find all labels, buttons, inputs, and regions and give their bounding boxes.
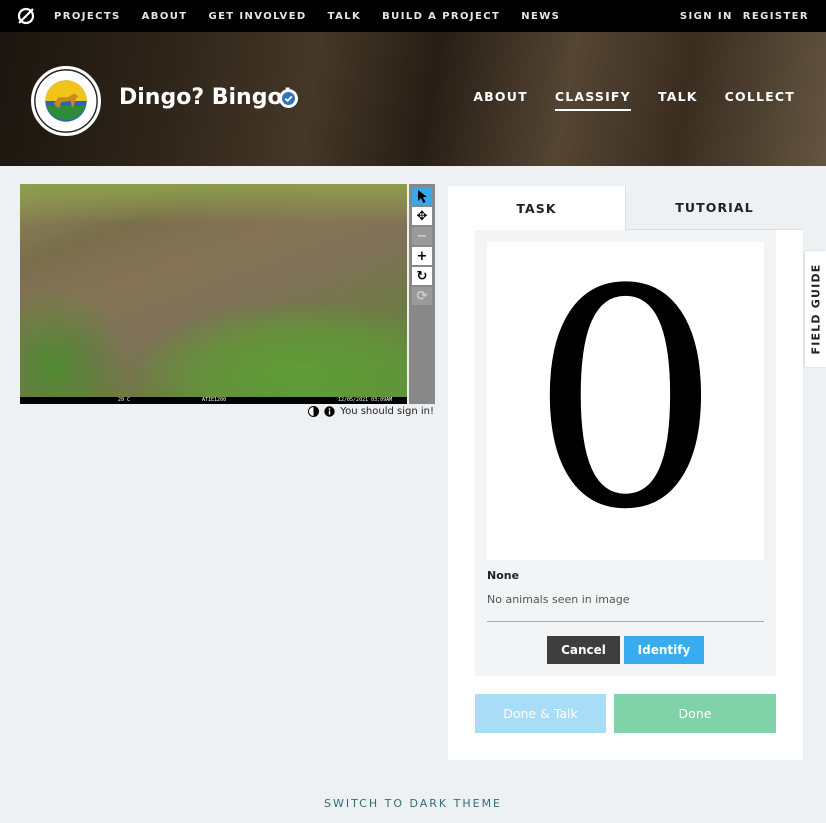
move-tool-icon[interactable]: ✥ bbox=[412, 207, 432, 225]
camera-datetime: 12/05/2021 03:09AM bbox=[338, 397, 393, 403]
project-nav-about[interactable]: ABOUT bbox=[473, 89, 528, 111]
tab-task[interactable]: TASK bbox=[448, 186, 625, 230]
task-panel: TASK TUTORIAL 0 None No animals seen in … bbox=[448, 186, 803, 760]
project-nav-classify[interactable]: CLASSIFY bbox=[554, 89, 631, 111]
pointer-tool-icon[interactable] bbox=[412, 187, 432, 205]
rotate-icon[interactable]: ↻ bbox=[412, 267, 432, 285]
project-title[interactable]: Dingo? Bingo! bbox=[119, 85, 293, 110]
subject-image[interactable]: 20 C ATIE1200 12/05/2021 03:09AM bbox=[20, 184, 407, 404]
nav-about-link[interactable]: ABOUT bbox=[142, 11, 188, 22]
sign-in-notice: You should sign in! bbox=[340, 406, 434, 417]
zoom-out-icon[interactable]: − bbox=[412, 227, 432, 245]
top-nav-links: PROJECTS ABOUT GET INVOLVED TALK BUILD A… bbox=[54, 0, 560, 32]
top-nav: PROJECTS ABOUT GET INVOLVED TALK BUILD A… bbox=[0, 0, 826, 32]
choice-detail-card: 0 None No animals seen in image Cancel I… bbox=[475, 230, 776, 676]
viewer-meta: You should sign in! bbox=[308, 406, 434, 417]
camera-temperature: 20 C bbox=[118, 397, 131, 403]
zoom-in-icon[interactable]: + bbox=[412, 247, 432, 265]
project-nav: ABOUT CLASSIFY TALK COLLECT bbox=[473, 89, 795, 111]
choice-image: 0 bbox=[487, 242, 764, 560]
reset-view-icon[interactable]: ⟳ bbox=[412, 287, 432, 305]
subject-image-grass-patch bbox=[140, 304, 407, 404]
nav-get-involved-link[interactable]: GET INVOLVED bbox=[208, 11, 306, 22]
contrast-icon[interactable] bbox=[308, 406, 320, 417]
zooniverse-logo-icon[interactable] bbox=[16, 6, 36, 26]
nav-talk-link[interactable]: TALK bbox=[328, 11, 362, 22]
verified-badge-icon bbox=[279, 89, 298, 108]
project-header: Dingo? Bingo! ABOUT CLASSIFY TALK COLLEC… bbox=[0, 32, 826, 166]
switch-theme-link[interactable]: SWITCH TO DARK THEME bbox=[0, 797, 826, 810]
project-nav-collect[interactable]: COLLECT bbox=[725, 89, 795, 111]
info-icon[interactable] bbox=[324, 406, 335, 417]
done-button[interactable]: Done bbox=[614, 694, 776, 733]
field-guide-label: FIELD GUIDE bbox=[809, 263, 822, 355]
task-tabs: TASK TUTORIAL bbox=[448, 186, 803, 230]
done-and-talk-button[interactable]: Done & Talk bbox=[475, 694, 606, 733]
nav-news-link[interactable]: NEWS bbox=[521, 11, 560, 22]
cancel-button[interactable]: Cancel bbox=[547, 636, 620, 664]
project-avatar[interactable] bbox=[31, 66, 101, 136]
nav-build-project-link[interactable]: BUILD A PROJECT bbox=[382, 11, 500, 22]
choice-name: None bbox=[487, 569, 520, 582]
tab-tutorial[interactable]: TUTORIAL bbox=[625, 186, 803, 230]
identify-button[interactable]: Identify bbox=[624, 636, 704, 664]
auth-links: SIGN IN REGISTER bbox=[680, 0, 809, 32]
choice-image-glyph: 0 bbox=[530, 242, 721, 560]
register-link[interactable]: REGISTER bbox=[743, 11, 809, 22]
choice-description: No animals seen in image bbox=[487, 593, 630, 606]
divider bbox=[487, 621, 764, 622]
camera-info-bar: 20 C ATIE1200 12/05/2021 03:09AM bbox=[20, 397, 407, 404]
nav-projects-link[interactable]: PROJECTS bbox=[54, 11, 121, 22]
field-guide-tab[interactable]: FIELD GUIDE bbox=[805, 251, 826, 367]
project-nav-talk[interactable]: TALK bbox=[658, 89, 698, 111]
sign-in-link[interactable]: SIGN IN bbox=[680, 11, 733, 22]
camera-id: ATIE1200 bbox=[202, 397, 227, 403]
viewer-toolbar: ✥ − + ↻ ⟳ bbox=[409, 184, 435, 404]
subject-image-foliage bbox=[20, 284, 130, 404]
subject-image-grass bbox=[20, 184, 407, 224]
